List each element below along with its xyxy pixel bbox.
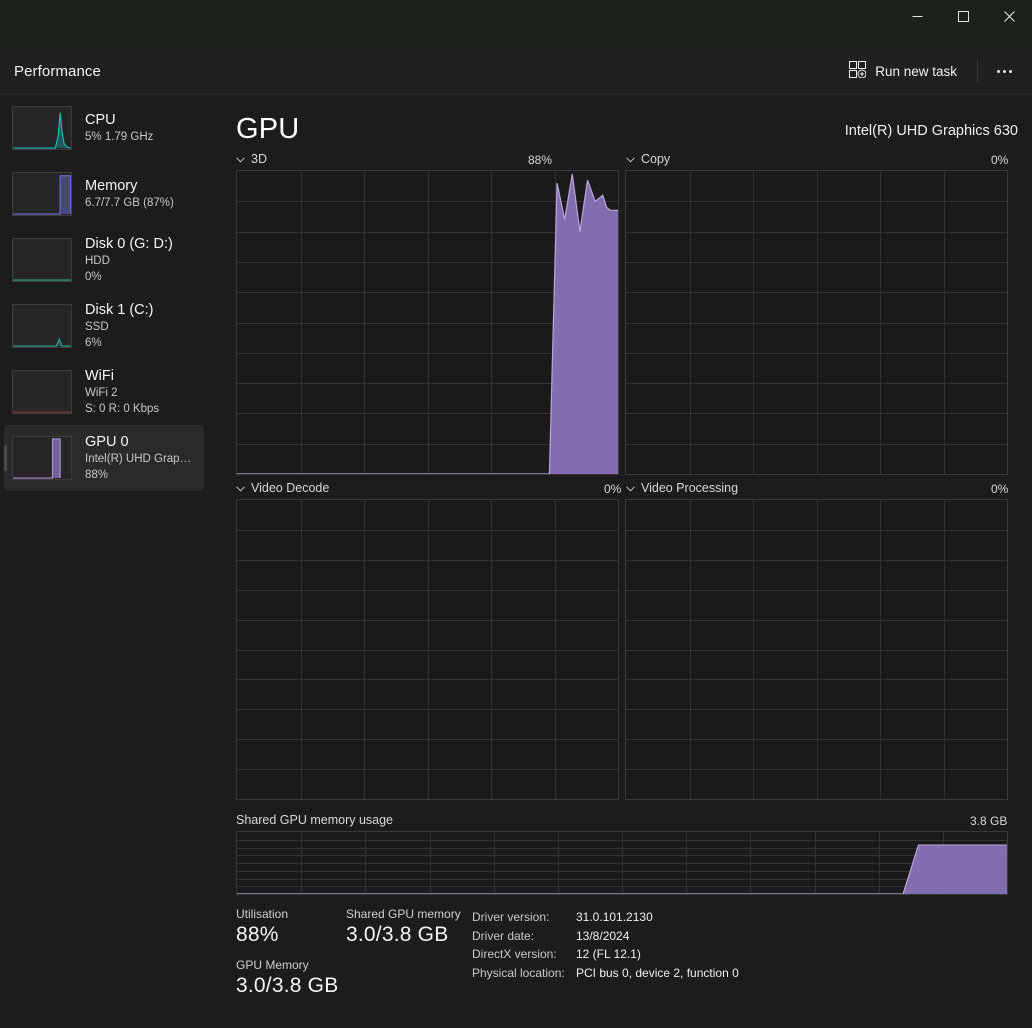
graph-value-video-processing: 0% (991, 482, 1009, 496)
shared-memory-max: 3.8 GB (970, 814, 1008, 828)
sidebar-item-subtitle: 6.7/7.7 GB (87%) (85, 196, 174, 209)
sidebar-item-subtitle: SSD (85, 320, 109, 333)
shared-gpu-memory-label: Shared GPU memory (346, 907, 461, 921)
sidebar-item-gpu-0[interactable]: GPU 0 Intel(R) UHD Grap… 88% (4, 425, 204, 491)
window-controls (894, 0, 1032, 32)
sidebar-thumbnail-graph (12, 304, 72, 348)
sidebar-item-subtitle: HDD (85, 254, 110, 267)
detail-key: Driver date: (472, 928, 535, 943)
sidebar-item-title: Disk 1 (C:) (85, 301, 154, 318)
header-divider (977, 60, 978, 82)
sidebar-item-wifi[interactable]: WiFi WiFi 2 S: 0 R: 0 Kbps (4, 359, 204, 425)
sidebar: CPU 5% 1.79 GHz Memory 6.7/7.7 GB (87%) Disk… (0, 95, 208, 1028)
gpu-memory-value: 3.0/3.8 GB (236, 974, 339, 997)
graph-shared-memory[interactable] (236, 831, 1008, 895)
gpu-device-name: Intel(R) UHD Graphics 630 (844, 123, 1018, 139)
ellipsis-dot (996, 69, 1000, 73)
graph-header-video-decode[interactable]: Video Decode (236, 481, 329, 495)
sidebar-item-disk-1-c[interactable]: Disk 1 (C:) SSD 6% (4, 293, 204, 359)
shared-memory-label: Shared GPU memory usage (236, 813, 393, 827)
detail-row: Driver date: 13/8/2024 (472, 927, 739, 946)
sidebar-item-cpu[interactable]: CPU 5% 1.79 GHz (4, 95, 204, 161)
detail-row: Driver version: 31.0.101.2130 (472, 908, 739, 927)
ellipsis-dot (1002, 69, 1006, 73)
detail-row: DirectX version: 12 (FL 12.1) (472, 945, 739, 964)
graph-label-copy: Copy (641, 152, 671, 166)
graph-copy[interactable] (625, 170, 1008, 475)
detail-key: Driver version: (472, 910, 550, 924)
page-header-title: Performance (14, 62, 101, 80)
app-header: Performance Run new task (0, 48, 1032, 95)
sidebar-item-disk-0-g-d[interactable]: Disk 0 (G: D:) HDD 0% (4, 227, 204, 293)
chevron-down-icon (626, 481, 635, 495)
sidebar-thumbnail-graph (12, 370, 72, 414)
close-button[interactable] (986, 0, 1032, 32)
graph-value-video-decode: 0% (604, 482, 622, 496)
sidebar-item-text: Disk 1 (C:) SSD 6% (85, 302, 153, 350)
graph-video-decode[interactable] (236, 499, 619, 800)
sidebar-item-subtitle: 5% 1.79 GHz (85, 130, 154, 143)
graph-header-3d[interactable]: 3D (236, 152, 267, 166)
page-title: GPU (236, 113, 300, 145)
sidebar-item-value: 6% (85, 336, 102, 349)
ellipsis-dot (1008, 69, 1012, 73)
sidebar-item-title: WiFi (85, 367, 114, 384)
detail-key: Physical location: (472, 965, 565, 980)
utilisation-label: Utilisation (236, 907, 289, 921)
driver-details-list: Driver version: 31.0.101.2130 Driver date:… (472, 908, 739, 982)
sidebar-item-text: Disk 0 (G: D:) HDD 0% (85, 236, 173, 284)
sidebar-item-text: GPU 0 Intel(R) UHD Grap… 88% (85, 434, 191, 482)
graph-3d[interactable] (236, 170, 619, 475)
maximize-button[interactable] (940, 0, 986, 32)
sidebar-thumbnail-graph (12, 172, 72, 216)
utilisation-value: 88% (236, 923, 279, 946)
graph-header-video-processing[interactable]: Video Processing (626, 481, 738, 495)
detail-row: Physical location: PCI bus 0, device 2, f… (472, 964, 739, 983)
graph-header-copy[interactable]: Copy (626, 152, 670, 166)
sidebar-item-title: GPU 0 (85, 433, 129, 450)
stats-panel: Utilisation 88% GPU Memory 3.0/3.8 GB Sh… (236, 907, 1026, 1003)
title-bar (0, 0, 1032, 48)
sidebar-item-title: CPU (85, 111, 116, 128)
graph-value-copy: 0% (991, 153, 1009, 167)
graph-label-video-processing: Video Processing (641, 481, 739, 495)
sidebar-item-title: Memory (85, 177, 138, 194)
sidebar-item-memory[interactable]: Memory 6.7/7.7 GB (87%) (4, 161, 204, 227)
minimize-button[interactable] (894, 0, 940, 32)
sidebar-item-title: Disk 0 (G: D:) (85, 235, 173, 252)
sidebar-item-value: 88% (85, 468, 109, 481)
run-new-task-button[interactable]: Run new task (839, 55, 967, 87)
chevron-down-icon (236, 152, 245, 166)
graph-label-3d: 3D (251, 152, 267, 166)
shared-memory-label-text: Shared GPU memory usage (236, 813, 394, 827)
shared-gpu-memory-value: 3.0/3.8 GB (346, 923, 449, 946)
sidebar-item-subtitle: WiFi 2 (85, 386, 118, 399)
detail-value: 12 (FL 12.1) (576, 947, 641, 961)
new-task-icon (849, 61, 867, 81)
graph-value-3d: 88% (528, 153, 553, 167)
more-options-button[interactable] (984, 55, 1024, 87)
sidebar-thumbnail-graph (12, 106, 72, 150)
header-actions: Run new task (839, 48, 1032, 94)
sidebar-item-value: S: 0 R: 0 Kbps (85, 402, 160, 415)
graph-video-processing[interactable] (625, 499, 1008, 800)
graph-label-video-decode: Video Decode (251, 481, 330, 495)
sidebar-item-value: 0% (85, 270, 102, 283)
sidebar-item-subtitle: Intel(R) UHD Grap… (85, 452, 192, 465)
gpu-memory-label: GPU Memory (236, 958, 309, 972)
detail-value: 31.0.101.2130 (576, 910, 653, 924)
detail-value: 13/8/2024 (576, 928, 630, 943)
sidebar-thumbnail-graph (12, 238, 72, 282)
chevron-down-icon (626, 152, 635, 166)
sidebar-item-text: Memory 6.7/7.7 GB (87%) (85, 178, 174, 211)
chevron-down-icon (236, 481, 245, 495)
detail-key: DirectX version: (472, 947, 557, 961)
detail-value: PCI bus 0, device 2, function 0 (576, 965, 739, 980)
run-new-task-label: Run new task (875, 63, 957, 79)
sidebar-item-text: CPU 5% 1.79 GHz (85, 112, 153, 145)
sidebar-thumbnail-graph (12, 436, 72, 480)
sidebar-item-text: WiFi WiFi 2 S: 0 R: 0 Kbps (85, 368, 159, 416)
main-panel: GPU Intel(R) UHD Graphics 630 3D 88% Cop… (208, 95, 1032, 1028)
